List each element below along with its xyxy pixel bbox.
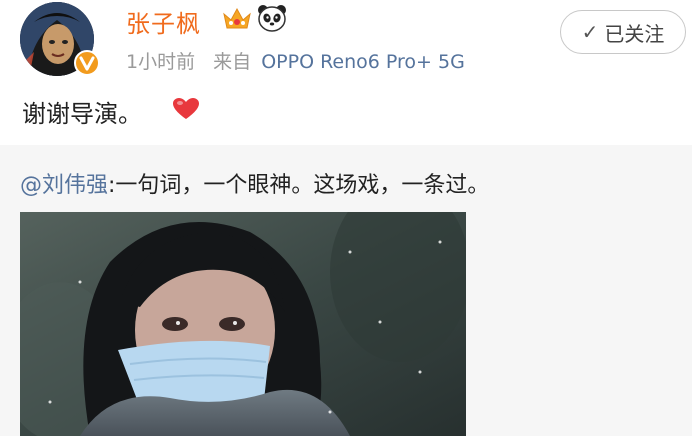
repost-text: @刘伟强:一句词，一个眼神。这场戏，一条过。: [20, 167, 489, 199]
verified-badge-icon: [74, 50, 100, 76]
post-meta: 1小时前 来自 OPPO Reno6 Pro+ 5G: [126, 47, 465, 74]
crown-icon[interactable]: [222, 6, 252, 32]
repost-image[interactable]: [20, 212, 466, 436]
weibo-post: 张子枫 1小时前 来自 OPPO Reno6 Pro+ 5G ✓ 已关注 谢谢导…: [0, 0, 692, 436]
follow-button-label: 已关注: [604, 21, 665, 46]
username[interactable]: 张子枫: [126, 4, 201, 39]
source-prefix: 来自: [213, 51, 252, 73]
checkmark-icon: ✓: [581, 20, 599, 44]
mention-link[interactable]: @刘伟强: [20, 173, 108, 198]
device-link[interactable]: OPPO Reno6 Pro+ 5G: [261, 51, 465, 73]
post-time: 1小时前: [126, 51, 196, 73]
heart-icon: [173, 98, 199, 119]
repost-body: :一句词，一个眼神。这场戏，一条过。: [108, 173, 490, 198]
repost-card[interactable]: @刘伟强:一句词，一个眼神。这场戏，一条过。: [0, 145, 692, 436]
follow-button[interactable]: ✓ 已关注: [560, 10, 686, 54]
panda-icon[interactable]: [257, 4, 287, 32]
repost-photo-icon: [20, 212, 466, 436]
post-text: 谢谢导演。: [22, 100, 142, 128]
